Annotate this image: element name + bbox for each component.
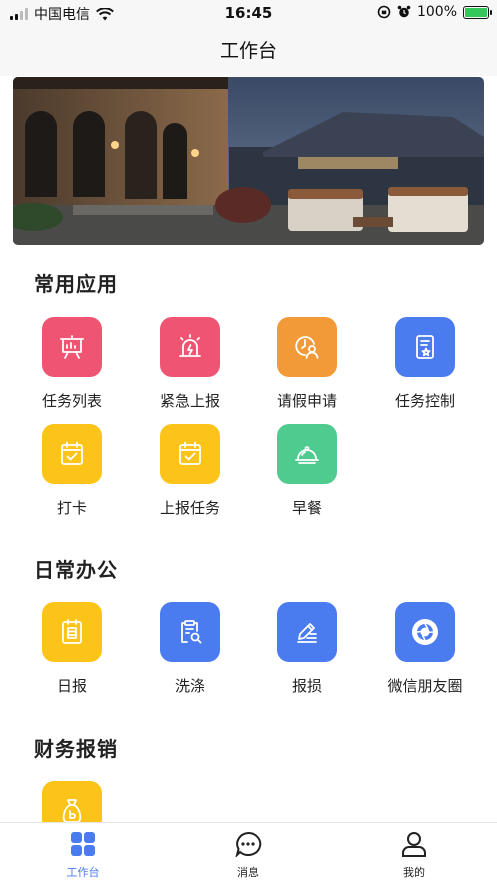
app-label: 微信朋友圈 bbox=[387, 677, 463, 695]
app-reimbursement[interactable] bbox=[22, 781, 122, 822]
app-leave-request[interactable]: 请假申请 bbox=[257, 317, 357, 411]
tab-bar: 工作台 消息 我的 bbox=[0, 822, 497, 883]
nav-bar: 工作台 bbox=[0, 26, 497, 76]
app-damage-report[interactable]: 报损 bbox=[257, 602, 357, 696]
app-daily-report[interactable]: 日报 bbox=[22, 602, 122, 696]
daily-report-icon bbox=[42, 602, 102, 662]
app-laundry[interactable]: 洗涤 bbox=[140, 602, 240, 696]
alarm-siren-icon bbox=[160, 317, 220, 377]
banner-image[interactable] bbox=[13, 77, 484, 245]
app-breakfast[interactable]: 早餐 bbox=[257, 424, 357, 518]
app-label: 任务列表 bbox=[41, 392, 102, 410]
section-title-finance: 财务报销 bbox=[34, 737, 118, 761]
app-label: 上报任务 bbox=[159, 499, 220, 517]
tab-messages[interactable]: 消息 bbox=[198, 831, 298, 880]
pen-lines-icon bbox=[277, 602, 337, 662]
tab-label: 我的 bbox=[403, 866, 425, 879]
alarm-icon bbox=[397, 5, 411, 18]
app-wechat-moments[interactable]: 微信朋友圈 bbox=[375, 602, 475, 696]
app-task-control[interactable]: 任务控制 bbox=[375, 317, 475, 411]
app-report-task[interactable]: 上报任务 bbox=[140, 424, 240, 518]
chat-bubble-icon bbox=[235, 831, 262, 859]
calendar-check-icon bbox=[42, 424, 102, 484]
status-right: 100% bbox=[377, 4, 492, 20]
rotation-lock-icon bbox=[377, 5, 391, 19]
tab-label: 工作台 bbox=[66, 866, 100, 879]
grid-icon bbox=[71, 832, 95, 856]
section-title-common-apps: 常用应用 bbox=[34, 272, 118, 296]
document-star-icon bbox=[395, 317, 455, 377]
app-label: 早餐 bbox=[291, 499, 322, 517]
app-emergency-report[interactable]: 紧急上报 bbox=[140, 317, 240, 411]
app-label: 洗涤 bbox=[174, 677, 205, 695]
app-clock-in[interactable]: 打卡 bbox=[22, 424, 122, 518]
clipboard-search-icon bbox=[160, 602, 220, 662]
tab-workbench[interactable]: 工作台 bbox=[33, 831, 133, 880]
calendar-check-icon bbox=[160, 424, 220, 484]
app-task-list[interactable]: 任务列表 bbox=[22, 317, 122, 411]
food-cloche-icon bbox=[277, 424, 337, 484]
status-bar: 中国电信 16:45 100% bbox=[0, 0, 497, 26]
app-label: 日报 bbox=[56, 677, 87, 695]
battery-percent: 100% bbox=[416, 4, 457, 20]
clock-person-icon bbox=[277, 317, 337, 377]
section-title-daily-office: 日常办公 bbox=[34, 558, 118, 582]
app-label: 紧急上报 bbox=[159, 392, 220, 410]
page-title: 工作台 bbox=[219, 40, 277, 62]
camera-aperture-icon bbox=[395, 602, 455, 662]
tab-label: 消息 bbox=[237, 866, 259, 879]
money-bag-icon bbox=[42, 781, 102, 822]
presentation-chart-icon bbox=[42, 317, 102, 377]
person-icon bbox=[402, 832, 426, 857]
app-label: 任务控制 bbox=[394, 392, 455, 410]
battery-icon bbox=[463, 5, 492, 19]
tab-profile[interactable]: 我的 bbox=[364, 831, 464, 880]
app-label: 报损 bbox=[291, 677, 322, 695]
app-label: 打卡 bbox=[56, 499, 87, 517]
app-label: 请假申请 bbox=[276, 392, 337, 410]
